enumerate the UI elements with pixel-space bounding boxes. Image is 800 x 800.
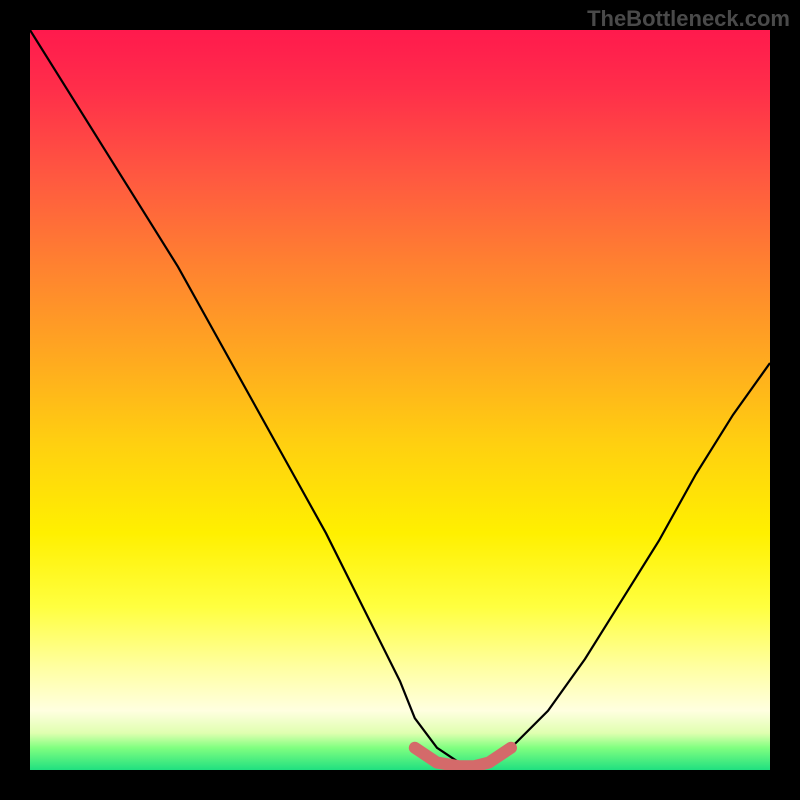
bottleneck-chart <box>30 30 770 770</box>
optimal-range-marker-path <box>415 748 511 767</box>
attribution-text: TheBottleneck.com <box>587 6 790 32</box>
bottleneck-curve-path <box>30 30 770 770</box>
